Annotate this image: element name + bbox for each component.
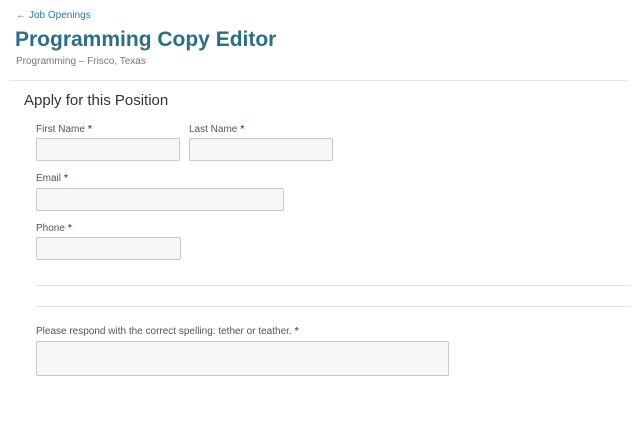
email-required-mark: * [64,173,68,184]
last-name-label-text: Last Name [189,124,238,135]
first-name-label: First Name * [36,124,92,135]
back-arrow-icon: ← [16,10,26,21]
first-name-label-text: First Name [36,124,85,135]
phone-required-mark: * [67,223,72,234]
email-input[interactable] [36,188,284,211]
back-link-label: Job Openings [29,10,91,21]
spelling-answer-textarea[interactable] [36,341,449,376]
last-name-input[interactable] [189,138,333,161]
phone-label-text: Phone [36,223,65,234]
phone-input[interactable] [36,237,181,260]
first-name-input[interactable] [36,138,180,161]
job-title: Programming Copy Editor [15,28,277,51]
section-divider-2 [36,306,630,307]
job-application-page: ← Job Openings Programming Copy Editor Pr… [0,0,640,425]
header-divider [10,80,628,81]
spelling-question-required-mark: * [294,326,299,337]
job-department-location: Programming – Frisco, Texas [16,56,146,67]
last-name-label: Last Name * [189,124,244,135]
phone-label: Phone * [36,223,72,234]
last-name-required-mark: * [240,124,245,135]
spelling-question-label: Please respond with the correct spelling… [36,326,299,337]
section-divider-1 [36,285,630,286]
first-name-required-mark: * [87,124,92,135]
spelling-question-label-text: Please respond with the correct spelling… [36,326,292,337]
back-to-job-openings-link[interactable]: ← Job Openings [16,10,91,21]
email-label-text: Email [36,173,62,184]
application-section-title: Apply for this Position [24,92,169,109]
email-label: Email * [36,173,68,184]
